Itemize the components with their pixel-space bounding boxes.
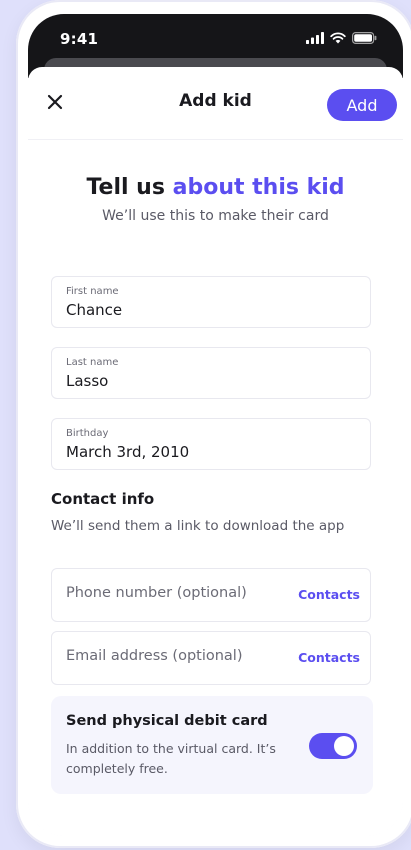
status-time: 9:41: [60, 30, 99, 48]
add-kid-sheet: Add kid Add Tell us about this kid We’ll…: [28, 67, 403, 836]
close-button[interactable]: [40, 87, 70, 117]
phone-contacts-link[interactable]: Contacts: [298, 587, 360, 602]
birthday-field[interactable]: Birthday March 3rd, 2010: [51, 418, 371, 470]
contact-info-subtitle: We’ll send them a link to download the a…: [51, 518, 345, 534]
contact-info-title: Contact info: [51, 490, 155, 508]
physical-card-toggle[interactable]: [309, 733, 357, 759]
birthday-label: Birthday: [66, 428, 109, 439]
first-name-field[interactable]: First name Chance: [51, 276, 371, 328]
headline-plain: Tell us: [86, 175, 173, 200]
headline-accent: about this kid: [172, 175, 345, 200]
signal-icon: [306, 32, 324, 44]
add-button[interactable]: Add: [327, 89, 397, 121]
birthday-value[interactable]: March 3rd, 2010: [66, 443, 189, 461]
phone-screen: 9:41 Add kid Add Tell us about this kid …: [28, 14, 403, 836]
email-address-field[interactable]: Email address (optional) Contacts: [51, 631, 371, 685]
last-name-value[interactable]: Lasso: [66, 372, 108, 390]
physical-card-option: Send physical debit card In addition to …: [51, 696, 373, 794]
email-contacts-link[interactable]: Contacts: [298, 650, 360, 665]
last-name-label: Last name: [66, 357, 119, 368]
phone-number-placeholder: Phone number (optional): [66, 585, 247, 601]
status-icons: [306, 32, 377, 44]
first-name-value[interactable]: Chance: [66, 301, 122, 319]
phone-frame: 9:41 Add kid Add Tell us about this kid …: [16, 0, 411, 848]
subhead: We’ll use this to make their card: [102, 208, 329, 224]
physical-card-description: In addition to the virtual card. It’s co…: [66, 741, 276, 776]
toggle-knob: [334, 736, 354, 756]
headline: Tell us about this kid: [28, 175, 403, 200]
close-icon: [47, 94, 63, 110]
wifi-icon: [330, 32, 346, 44]
email-address-placeholder: Email address (optional): [66, 648, 243, 664]
last-name-field[interactable]: Last name Lasso: [51, 347, 371, 399]
battery-icon: [352, 32, 377, 44]
phone-number-field[interactable]: Phone number (optional) Contacts: [51, 568, 371, 622]
physical-card-title: Send physical debit card: [66, 713, 268, 729]
first-name-label: First name: [66, 286, 119, 297]
nav-bar: Add kid Add: [28, 67, 403, 140]
